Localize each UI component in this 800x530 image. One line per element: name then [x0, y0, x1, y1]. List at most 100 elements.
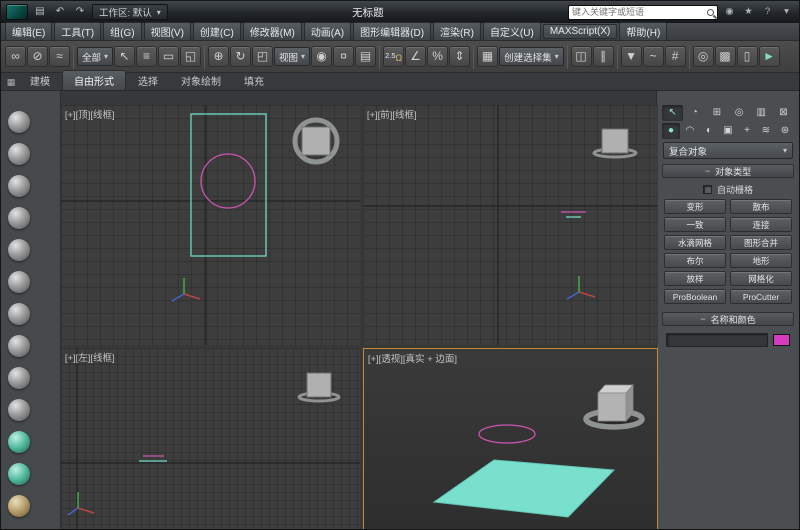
render-setup-icon[interactable]: ▩: [714, 46, 736, 67]
select-by-name-icon[interactable]: ≡: [136, 46, 158, 67]
freeform-tool-icon[interactable]: [8, 431, 30, 453]
schematic-view-icon[interactable]: #: [664, 46, 686, 67]
keyboard-override-icon[interactable]: ▤: [355, 46, 377, 67]
menu-item[interactable]: 自定义(U): [482, 22, 541, 41]
unlink-selection-icon[interactable]: ⊘: [27, 46, 48, 67]
rendered-frame-icon[interactable]: ▯: [736, 46, 758, 67]
align-icon[interactable]: ∥: [592, 46, 614, 67]
freeform-tool-icon[interactable]: [8, 367, 30, 389]
mirror-icon[interactable]: ◫: [570, 46, 592, 67]
box-object[interactable]: [306, 372, 332, 398]
tab-utilities[interactable]: ⊠: [773, 105, 794, 121]
freeform-tool-icon[interactable]: [8, 175, 30, 197]
category-lights-icon[interactable]: ◐: [700, 123, 718, 139]
menu-item[interactable]: 图形编辑器(D): [353, 22, 432, 41]
ribbon-menu-icon[interactable]: ▦: [3, 75, 19, 90]
menu-item[interactable]: 渲染(R): [433, 22, 481, 41]
chevron-down-icon[interactable]: ▾: [779, 5, 794, 20]
viewport-left[interactable]: [+][左][线框]: [60, 348, 360, 529]
tab-hierarchy[interactable]: ⊞: [706, 105, 727, 121]
freeform-tool-icon[interactable]: [8, 239, 30, 261]
freeform-tool-icon[interactable]: [8, 207, 30, 229]
viewport-top-label[interactable]: [+][顶][线框]: [65, 107, 115, 121]
viewport-front-label[interactable]: [+][前][线框]: [367, 107, 417, 121]
redo-icon[interactable]: ↷: [72, 4, 88, 20]
name-color-rollout-header[interactable]: − 名称和颜色: [662, 312, 794, 326]
ribbon-tab[interactable]: 自由形式: [62, 70, 126, 90]
object-type-button[interactable]: 水滴网格: [664, 235, 726, 250]
object-type-button[interactable]: 放样: [664, 271, 726, 286]
curve-editor-icon[interactable]: ~: [642, 46, 664, 67]
object-type-button[interactable]: 地形: [730, 253, 792, 268]
ribbon-toggle-icon[interactable]: ▼: [620, 46, 642, 67]
freeform-tool-icon[interactable]: [8, 143, 30, 165]
category-shapes-icon[interactable]: ◠: [681, 123, 699, 139]
tab-create[interactable]: ↖: [662, 105, 684, 121]
select-and-link-icon[interactable]: ∞: [5, 46, 26, 67]
menu-item[interactable]: MAXScript(X): [542, 24, 618, 39]
freeform-tool-icon[interactable]: [8, 271, 30, 293]
box-object[interactable]: [301, 126, 331, 156]
search-icon[interactable]: [707, 8, 714, 16]
menu-item[interactable]: 工具(T): [54, 22, 102, 41]
autogrid-checkbox[interactable]: [702, 185, 712, 194]
select-and-manipulate-icon[interactable]: ¤: [333, 46, 355, 67]
help-icon[interactable]: ?: [760, 5, 775, 20]
menu-item[interactable]: 组(G): [103, 22, 142, 41]
viewport-left-label[interactable]: [+][左][线框]: [65, 350, 115, 364]
freeform-tool-icon[interactable]: [8, 495, 30, 517]
search-input[interactable]: [572, 7, 704, 17]
sign-in-icon[interactable]: ◉: [722, 5, 737, 20]
category-geometry-icon[interactable]: ●: [662, 123, 680, 139]
object-name-field[interactable]: [666, 333, 768, 347]
ribbon-tab[interactable]: 对象绘制: [170, 71, 232, 90]
box-object[interactable]: [596, 383, 634, 423]
favorites-star-icon[interactable]: ★: [741, 5, 756, 20]
object-type-button[interactable]: 变形: [664, 199, 726, 214]
object-type-button[interactable]: ProCutter: [730, 289, 792, 304]
object-type-button[interactable]: 图形合并: [730, 235, 792, 250]
object-type-button[interactable]: 一致: [664, 217, 726, 232]
ribbon-tab[interactable]: 填充: [233, 71, 275, 90]
window-crossing-icon[interactable]: ◱: [180, 46, 202, 67]
menu-item[interactable]: 动画(A): [303, 22, 352, 41]
rectangular-selection-region-icon[interactable]: ▭: [158, 46, 180, 67]
freeform-tool-icon[interactable]: [8, 111, 30, 133]
named-selection-sets-dropdown[interactable]: 创建选择集 ▾: [499, 47, 564, 66]
select-and-rotate-icon[interactable]: ↻: [230, 46, 252, 67]
category-spacewarps-icon[interactable]: ≋: [757, 123, 775, 139]
menu-item[interactable]: 帮助(H): [619, 22, 668, 41]
object-type-rollout-header[interactable]: − 对象类型: [662, 164, 794, 178]
tab-motion[interactable]: ◎: [729, 105, 750, 121]
tab-modify[interactable]: ◔: [684, 105, 705, 121]
category-helpers-icon[interactable]: +: [738, 123, 756, 139]
freeform-tool-icon[interactable]: [8, 303, 30, 325]
ribbon-tab[interactable]: 选择: [127, 71, 169, 90]
object-type-button[interactable]: 散布: [730, 199, 792, 214]
workspace-dropdown[interactable]: 工作区: 默认 ▾: [92, 4, 168, 20]
select-and-move-icon[interactable]: ⊕: [208, 46, 230, 67]
ribbon-tab[interactable]: 建模: [19, 71, 61, 90]
bind-to-space-warp-icon[interactable]: ≈: [49, 46, 70, 67]
object-color-swatch[interactable]: [773, 334, 790, 346]
menu-item[interactable]: 创建(C): [192, 22, 241, 41]
menu-item[interactable]: 编辑(E): [5, 22, 53, 41]
material-editor-icon[interactable]: ◎: [692, 46, 714, 67]
save-icon[interactable]: ▤: [32, 4, 48, 20]
select-object-icon[interactable]: ↖: [114, 46, 136, 67]
reference-coordinate-dropdown[interactable]: 视图 ▾: [274, 47, 311, 66]
plane-object[interactable]: [432, 459, 615, 518]
viewport-top[interactable]: [+][顶][线框]: [60, 105, 360, 345]
menu-item[interactable]: 视图(V): [143, 22, 191, 41]
object-type-button[interactable]: 网格化: [730, 271, 792, 286]
object-type-button[interactable]: ProBoolean: [664, 289, 726, 304]
menu-item[interactable]: 修改器(M): [242, 22, 302, 41]
category-systems-icon[interactable]: ⊛: [776, 123, 794, 139]
use-pivot-center-icon[interactable]: ◉: [311, 46, 333, 67]
geometry-category-dropdown[interactable]: 复合对象 ▾: [663, 142, 793, 159]
spinner-snap-icon[interactable]: ⇕: [449, 46, 471, 67]
viewport-perspective-label[interactable]: [+][透视][真实 + 边面]: [368, 351, 457, 365]
object-type-button[interactable]: 布尔: [664, 253, 726, 268]
viewport-front[interactable]: [+][前][线框]: [362, 105, 658, 345]
undo-icon[interactable]: ↶: [52, 4, 68, 20]
